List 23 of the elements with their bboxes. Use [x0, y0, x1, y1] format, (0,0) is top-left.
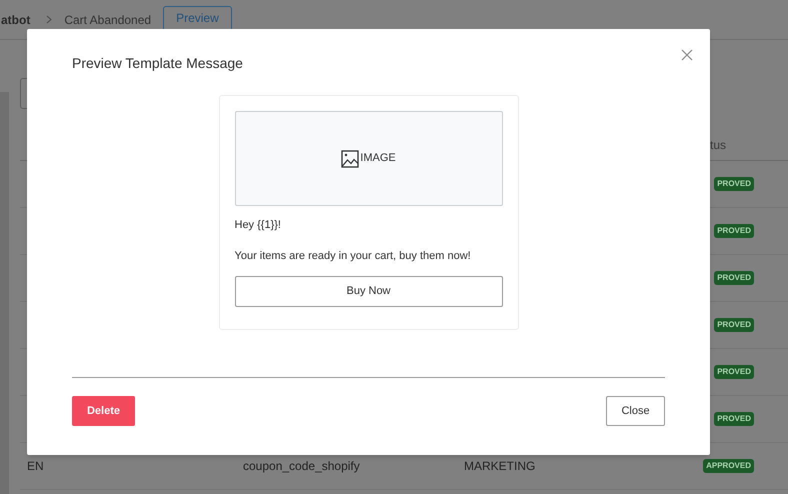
- status-badge: PROVED: [714, 177, 754, 191]
- table-cell-text: EN: [26, 458, 44, 475]
- status-badge: PROVED: [714, 318, 754, 332]
- table-cell-text: MARKETING: [464, 458, 536, 475]
- modal-title: Preview Template Message: [72, 54, 243, 73]
- chevron-right-icon: [46, 15, 52, 24]
- image-label: IMAGE: [360, 151, 396, 166]
- table-cell-text: coupon_code_shopify: [243, 458, 360, 475]
- delete-button[interactable]: Delete: [72, 396, 135, 426]
- status-badge: PROVED: [714, 224, 754, 238]
- status-badge: APPROVED: [703, 459, 754, 473]
- buy-now-button[interactable]: Buy Now: [234, 276, 502, 307]
- column-header: tus: [710, 136, 726, 154]
- message-text: Hey {{1}}!: [234, 218, 282, 233]
- status-badge: PROVED: [714, 412, 754, 426]
- status-badge: PROVED: [714, 365, 754, 379]
- breadcrumb-item[interactable]: Cart Abandoned: [64, 10, 152, 28]
- close-icon[interactable]: [679, 47, 695, 63]
- image-icon: [341, 150, 360, 168]
- message-text: Your items are ready in your cart, buy them now!: [234, 249, 472, 264]
- status-badge: PROVED: [714, 271, 754, 285]
- close-button[interactable]: Close: [606, 396, 665, 426]
- breadcrumb-item[interactable]: atbot: [0, 10, 30, 28]
